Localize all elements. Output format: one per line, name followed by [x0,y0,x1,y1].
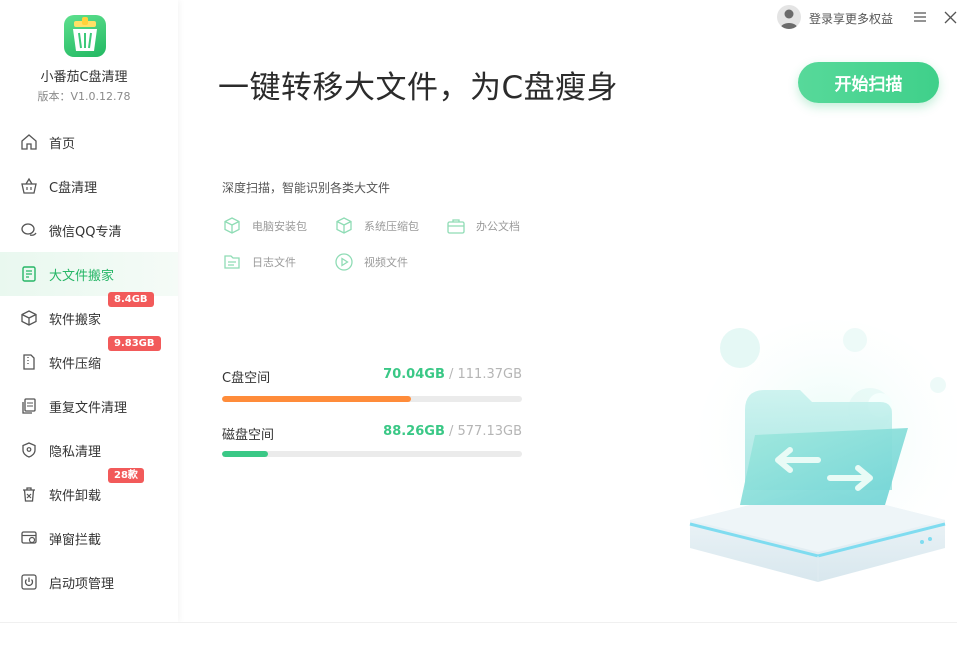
category-label: 系统压缩包 [364,220,419,233]
category-installer: 电脑安装包 [222,216,307,236]
sidebar-item-startup[interactable]: 启动项管理 [0,560,178,604]
home-icon [20,133,38,151]
c-drive-progress-bar [222,396,522,402]
sidebar-item-label: C盘清理 [49,180,98,196]
sidebar-item-label: 软件搬家 [49,312,102,328]
briefcase-icon [447,219,465,234]
menu-icon[interactable] [913,9,927,23]
category-office: 办公文档 [446,216,520,236]
category-label: 办公文档 [476,220,520,233]
basket-icon [20,177,38,195]
disk-space-progress-fill [222,451,268,457]
sidebar-item-software-compress[interactable]: 软件压缩 9.83GB [0,336,178,384]
disk-space-label: 磁盘空间 [222,428,275,443]
category-archive: 系统压缩包 [334,216,419,236]
duplicate-icon [20,397,38,415]
disk-space-total: 577.13GB [457,424,522,439]
disk-space-progress-bar [222,451,522,457]
sidebar-item-label: 启动项管理 [49,576,115,592]
shield-icon [20,441,38,459]
count-badge: 28款 [108,468,144,483]
app-logo-icon [64,15,106,57]
disk-space-usage: 88.26GB / 577.13GB [383,424,522,439]
sidebar: 小番茄C盘清理 版本：V1.0.12.78 首页 C盘清理 微信QQ专清 大文件… [0,0,178,622]
c-drive-total: 111.37GB [457,367,522,382]
sidebar-item-label: 隐私清理 [49,444,102,460]
sidebar-item-c-clean[interactable]: C盘清理 [0,164,178,208]
app-version: 版本：V1.0.12.78 [37,90,131,103]
box-icon [20,309,38,327]
sidebar-item-software-move[interactable]: 软件搬家 8.4GB [0,292,178,340]
zip-icon [20,353,38,371]
chat-icon [20,221,38,239]
size-badge: 8.4GB [108,292,154,307]
size-badge: 9.83GB [108,336,161,351]
c-drive-used: 70.04GB [383,367,445,382]
start-scan-button[interactable]: 开始扫描 [798,62,939,103]
footer-area [0,622,957,650]
sidebar-item-label: 首页 [49,136,76,152]
archive-icon [336,217,352,234]
sidebar-item-popup-block[interactable]: 弹窗拦截 [0,516,178,560]
sidebar-item-privacy[interactable]: 隐私清理 [0,428,178,472]
app-name: 小番茄C盘清理 [40,70,128,85]
sidebar-item-label: 微信QQ专清 [49,224,122,240]
user-avatar-icon[interactable] [777,5,801,29]
usage-separator: / [444,367,458,382]
c-drive-label: C盘空间 [222,371,271,386]
sidebar-item-duplicate[interactable]: 重复文件清理 [0,384,178,428]
sidebar-item-label: 重复文件清理 [49,400,128,416]
c-drive-progress-fill [222,396,411,402]
sidebar-item-home[interactable]: 首页 [0,120,178,164]
sidebar-item-big-file[interactable]: 大文件搬家 [0,252,178,296]
sidebar-nav: 首页 C盘清理 微信QQ专清 大文件搬家 软件搬家 8.4GB 软件压缩 9.8… [0,120,178,604]
disk-space-used: 88.26GB [383,424,445,439]
video-icon [335,253,353,271]
c-drive-usage: 70.04GB / 111.37GB [383,367,522,382]
popup-icon [20,529,38,547]
log-icon [224,255,240,269]
scan-description: 深度扫描，智能识别各类大文件 [222,181,391,195]
category-label: 日志文件 [252,256,296,269]
category-log: 日志文件 [222,252,296,272]
category-label: 视频文件 [364,256,408,269]
category-label: 电脑安装包 [252,220,307,233]
usage-separator: / [444,424,458,439]
sidebar-item-label: 软件卸载 [49,488,102,504]
package-icon [224,217,240,234]
close-icon[interactable] [944,9,957,24]
sidebar-item-uninstall[interactable]: 软件卸载 28款 [0,468,178,516]
power-icon [20,573,38,591]
login-link[interactable]: 登录享更多权益 [809,10,893,27]
sidebar-item-label: 软件压缩 [49,356,102,372]
sidebar-item-label: 大文件搬家 [49,268,115,284]
page-title: 一键转移大文件，为C盘瘦身 [218,70,619,106]
trash-icon [20,485,38,503]
sidebar-item-wechat-qq[interactable]: 微信QQ专清 [0,208,178,252]
folder-transfer-illustration [680,310,957,600]
category-video: 视频文件 [334,252,408,272]
sidebar-item-label: 弹窗拦截 [49,532,102,548]
bigfile-icon [20,265,38,283]
